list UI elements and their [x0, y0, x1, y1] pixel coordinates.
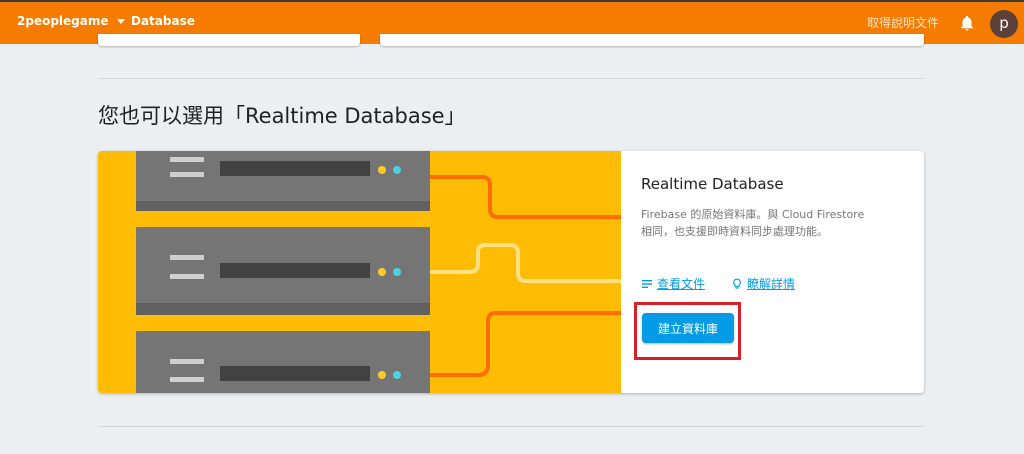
section-divider-bottom	[98, 426, 924, 427]
help-docs-link[interactable]: 取得說明文件	[867, 14, 939, 31]
page-breadcrumb[interactable]: Database	[131, 14, 195, 28]
card-title: Realtime Database	[641, 175, 784, 193]
section-divider-top	[98, 78, 924, 79]
caret-down-icon	[116, 18, 125, 24]
view-docs-link[interactable]: 查看文件	[641, 275, 705, 292]
view-docs-label: 查看文件	[657, 277, 706, 291]
section-title: 您也可以選用「Realtime Database」	[98, 104, 466, 128]
notes-icon	[641, 278, 653, 290]
previous-card-right	[380, 34, 924, 46]
card-description: Firebase 的原始資料庫。與 Cloud Firestore 相同，也支援…	[641, 208, 865, 238]
realtime-database-card: Realtime Database Firebase 的原始資料庫。與 Clou…	[98, 151, 924, 393]
user-avatar[interactable]: p	[990, 10, 1018, 38]
previous-card-left	[98, 34, 360, 46]
learn-more-link[interactable]: 瞭解詳情	[731, 275, 795, 292]
lightbulb-icon	[731, 278, 743, 290]
server-rack-illustration	[98, 151, 621, 393]
project-name: 2peoplegame	[17, 14, 109, 28]
card-links: 查看文件 瞭解詳情	[641, 275, 901, 291]
learn-more-label: 瞭解詳情	[747, 277, 796, 291]
notifications-bell-icon[interactable]	[958, 14, 976, 32]
create-database-button[interactable]: 建立資料庫	[642, 313, 734, 343]
project-selector[interactable]: 2peoplegame	[17, 14, 125, 28]
